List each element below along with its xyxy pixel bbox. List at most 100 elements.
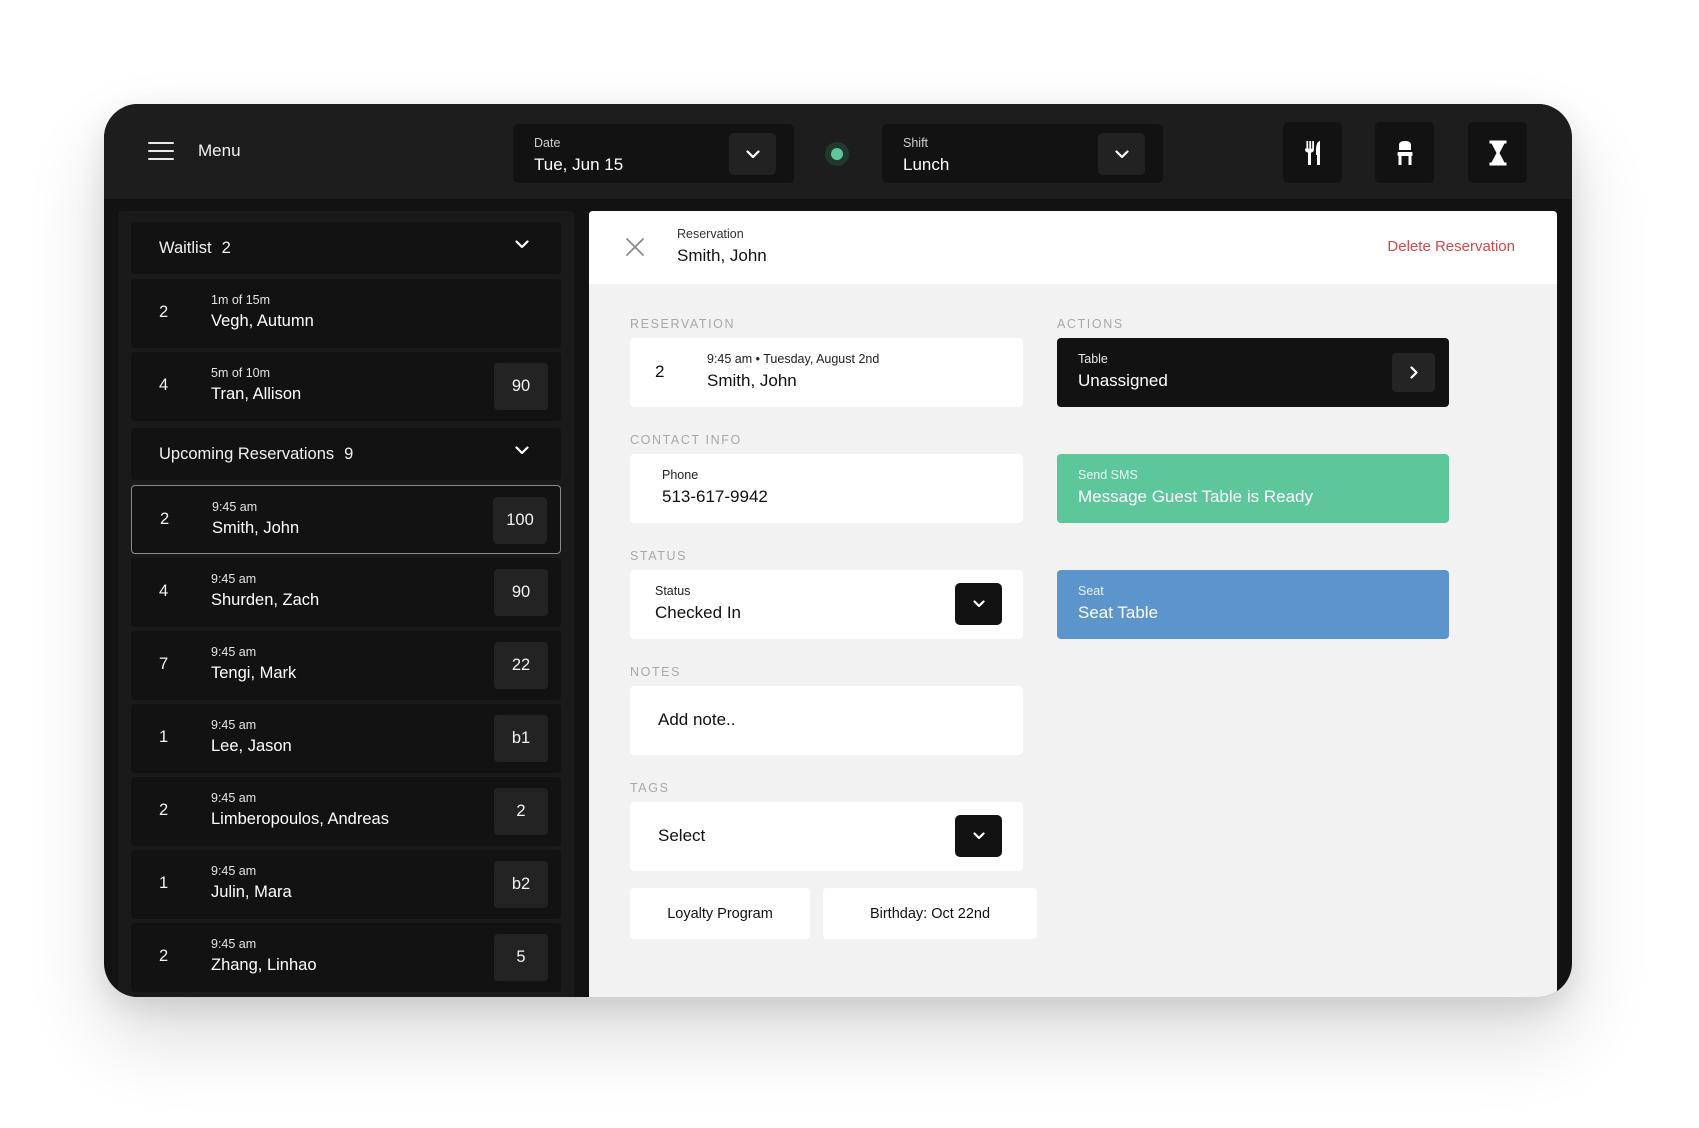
reservation-time: 9:45 am (211, 718, 257, 732)
table-badge: 90 (494, 569, 548, 616)
guest-name: Lee, Jason (211, 737, 292, 755)
upcoming-header[interactable]: Upcoming Reservations 9 (131, 428, 561, 480)
notes-input[interactable]: Add note.. (630, 686, 1023, 755)
status-dropdown-button[interactable] (955, 583, 1002, 625)
status-label: Status (655, 584, 691, 598)
tags-select-value: Select (658, 826, 706, 845)
date-selector[interactable]: Date Tue, Jun 15 (513, 124, 794, 183)
shift-label: Shift (903, 136, 929, 150)
waitlist-header[interactable]: Waitlist 2 (131, 222, 561, 274)
table-badge: 90 (494, 363, 548, 410)
party-size: 2 (655, 362, 665, 381)
reservation-row[interactable]: 4 9:45 am Shurden, Zach 90 (131, 558, 561, 627)
reservation-time: 9:45 am (211, 645, 257, 659)
date-value: Tue, Jun 15 (534, 155, 624, 174)
tag-chip[interactable]: Loyalty Program (630, 888, 810, 939)
chevron-right-icon (1409, 366, 1418, 379)
menu-label: Menu (198, 141, 241, 160)
status-select[interactable]: Status Checked In (630, 570, 1023, 639)
phone-label: Phone (662, 468, 699, 482)
waitlist-title: Waitlist (159, 239, 212, 257)
guest-name: Tengi, Mark (211, 664, 297, 682)
shift-dropdown-button[interactable] (1098, 133, 1145, 175)
send-sms-button[interactable]: Send SMS Message Guest Table is Ready (1057, 454, 1449, 523)
party-size: 1 (159, 728, 169, 746)
notes-section-label: NOTES (630, 665, 682, 679)
menu-button[interactable]: Menu (148, 136, 241, 166)
hourglass-icon (1489, 140, 1506, 165)
dining-view-button[interactable] (1283, 122, 1342, 183)
table-badge: 2 (494, 788, 548, 835)
wait-time: 1m of 15m (211, 293, 271, 307)
waitlist-count: 2 (221, 239, 231, 257)
wait-time: 5m of 10m (211, 366, 271, 380)
status-section-label: STATUS (630, 549, 688, 563)
chair-icon (1397, 140, 1412, 165)
reservation-time: 9:45 am (211, 572, 257, 586)
tags-select[interactable]: Select (630, 802, 1023, 871)
top-bar: Menu Date Tue, Jun 15 Shift Lunch (104, 104, 1572, 199)
reservation-list-panel: Waitlist 2 2 1m of 15m Vegh, Autumn 4 5m … (118, 211, 574, 997)
detail-header-name: Smith, John (677, 246, 767, 265)
tags-section-label: TAGS (630, 781, 670, 795)
chevron-down-icon (745, 149, 760, 158)
party-size: 2 (160, 510, 170, 528)
reservation-row[interactable]: 1 9:45 am Lee, Jason b1 (131, 704, 561, 773)
chevron-down-icon (972, 600, 985, 608)
party-size: 1 (159, 874, 169, 892)
waitlist-view-button[interactable] (1468, 122, 1527, 183)
guest-name: Tran, Allison (211, 385, 302, 403)
tag-chip[interactable]: Birthday: Oct 22nd (823, 888, 1037, 939)
seat-action-value: Seat Table (1078, 603, 1159, 622)
table-badge: b1 (494, 715, 548, 762)
reservation-time: 9:45 am (211, 864, 257, 878)
chevron-down-icon (515, 446, 529, 455)
seating-view-button[interactable] (1375, 122, 1434, 183)
guest-name: Shurden, Zach (211, 591, 320, 609)
detail-header: Reservation Smith, John Delete Reservati… (589, 211, 1557, 284)
table-action-label: Table (1078, 352, 1108, 366)
reservation-row[interactable]: 7 9:45 am Tengi, Mark 22 (131, 631, 561, 700)
shift-selector[interactable]: Shift Lunch (882, 124, 1163, 183)
app-window: Menu Date Tue, Jun 15 Shift Lunch Waitli… (104, 104, 1572, 997)
guest-name: Limberopoulos, Andreas (211, 810, 389, 828)
actions-section-label: ACTIONS (1057, 317, 1124, 331)
reservation-row-selected[interactable]: 2 9:45 am Smith, John 100 (131, 485, 561, 554)
reservation-row[interactable]: 2 9:45 am Limberopoulos, Andreas 2 (131, 777, 561, 846)
table-badge: 100 (493, 497, 547, 544)
delete-reservation-button[interactable]: Delete Reservation (1387, 238, 1515, 255)
utensils-icon (1304, 140, 1320, 165)
shift-value: Lunch (903, 155, 950, 174)
party-size: 2 (159, 303, 169, 321)
phone-field[interactable]: Phone 513-617-9942 (630, 454, 1023, 523)
assign-table-button[interactable]: Table Unassigned (1057, 338, 1449, 407)
sms-action-value: Message Guest Table is Ready (1078, 487, 1313, 506)
upcoming-count: 9 (344, 445, 354, 463)
seat-action-label: Seat (1078, 584, 1104, 598)
reservation-row[interactable]: 1 9:45 am Julin, Mara b2 (131, 850, 561, 919)
party-size: 2 (159, 801, 169, 819)
party-size: 2 (159, 947, 169, 965)
chevron-down-icon (972, 832, 985, 840)
table-action-value: Unassigned (1078, 371, 1168, 390)
reservation-time: 9:45 am (212, 500, 258, 514)
seat-table-button[interactable]: Seat Seat Table (1057, 570, 1449, 639)
tags-dropdown-button[interactable] (955, 815, 1002, 857)
party-size: 7 (159, 655, 169, 673)
table-badge: b2 (494, 861, 548, 908)
reservation-time: 9:45 am (211, 937, 257, 951)
detail-header-label: Reservation (677, 227, 744, 241)
reservation-section-label: RESERVATION (630, 317, 736, 331)
waitlist-row[interactable]: 4 5m of 10m Tran, Allison 90 (131, 352, 561, 421)
close-icon[interactable] (626, 238, 644, 256)
upcoming-title: Upcoming Reservations (159, 445, 335, 463)
table-badge: 22 (494, 642, 548, 689)
guest-name: Vegh, Autumn (211, 312, 314, 330)
phone-value: 513-617-9942 (662, 487, 768, 506)
reservation-datetime: 9:45 am • Tuesday, August 2nd (707, 352, 880, 366)
chevron-right-button[interactable] (1392, 353, 1435, 392)
guest-name: Smith, John (707, 371, 797, 390)
date-dropdown-button[interactable] (729, 133, 776, 175)
waitlist-row[interactable]: 2 1m of 15m Vegh, Autumn (131, 279, 561, 348)
reservation-row[interactable]: 2 9:45 am Zhang, Linhao 5 (131, 923, 561, 992)
